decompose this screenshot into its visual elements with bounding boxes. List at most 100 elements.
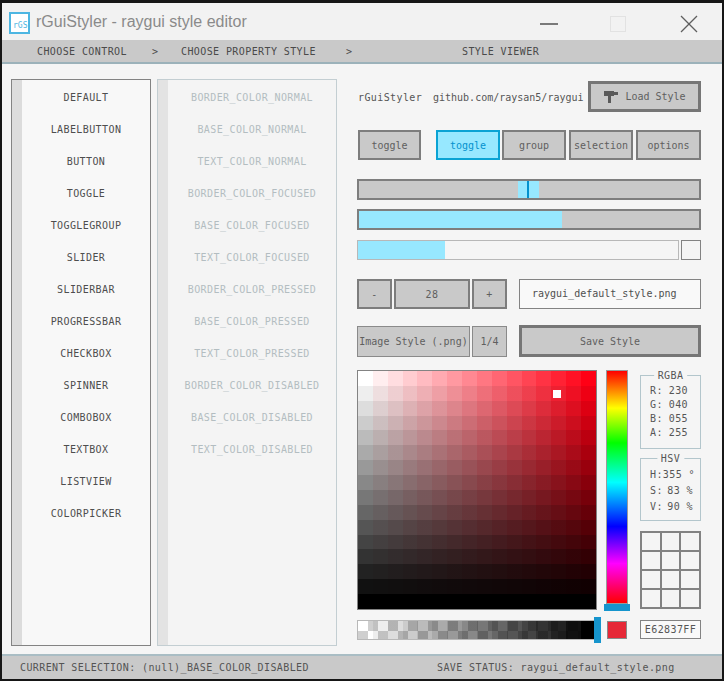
list-item[interactable]: TEXT_COLOR_PRESSED bbox=[168, 338, 336, 370]
save-style-button[interactable]: Save Style bbox=[519, 325, 701, 357]
palette-cell[interactable] bbox=[681, 533, 699, 550]
current-color-swatch bbox=[607, 621, 627, 639]
palette-cell[interactable] bbox=[662, 552, 680, 569]
sliderbar[interactable] bbox=[357, 209, 701, 230]
repo-label: github.com/raysan5/raygui bbox=[433, 92, 584, 103]
slider[interactable] bbox=[357, 179, 701, 200]
b-value: 055 bbox=[669, 413, 688, 427]
palette-cell[interactable] bbox=[681, 590, 699, 607]
r-value: 230 bbox=[669, 385, 688, 399]
list-item[interactable]: PROGRESSBAR bbox=[22, 306, 150, 338]
plus-icon: + bbox=[486, 289, 492, 300]
progressbar-fill bbox=[358, 241, 445, 259]
maximize-icon[interactable] bbox=[610, 16, 626, 32]
slider-handle[interactable] bbox=[518, 181, 539, 198]
quarter-button[interactable]: 1/4 bbox=[472, 326, 507, 357]
list-item[interactable]: BASE_COLOR_FOCUSED bbox=[168, 210, 336, 242]
rgba-groupbox: RGBA R:230 G:040 B:055 A:255 bbox=[640, 375, 701, 449]
save-style-label: Save Style bbox=[580, 336, 640, 347]
hue-handle[interactable] bbox=[604, 604, 630, 611]
controls-scrollbar[interactable] bbox=[12, 80, 22, 645]
toggle-group-item-group[interactable]: group bbox=[502, 130, 566, 160]
filename-textbox[interactable]: raygui_default_style.png bbox=[519, 279, 701, 309]
toggle-label: toggle bbox=[450, 140, 486, 151]
list-item[interactable]: SLIDERBAR bbox=[22, 274, 150, 306]
palette-cell[interactable] bbox=[642, 571, 660, 588]
load-style-button[interactable]: Load Style bbox=[588, 81, 701, 112]
titlebar: rGS rGuiStyler - raygui style editor bbox=[2, 3, 722, 40]
palette-cell[interactable] bbox=[662, 590, 680, 607]
list-item[interactable]: DEFAULT bbox=[22, 82, 150, 114]
properties-listview: BORDER_COLOR_NORMAL BASE_COLOR_NORMAL TE… bbox=[157, 79, 337, 646]
b-label: B: bbox=[650, 413, 663, 427]
list-item[interactable]: BUTTON bbox=[22, 146, 150, 178]
toggle-group-item-toggle[interactable]: toggle bbox=[436, 130, 500, 160]
list-item[interactable]: BORDER_COLOR_FOCUSED bbox=[168, 178, 336, 210]
app-name-label: rGuiStyler bbox=[358, 92, 422, 103]
load-style-label: Load Style bbox=[625, 91, 685, 102]
list-item[interactable]: BORDER_COLOR_DISABLED bbox=[168, 370, 336, 402]
spinner-value: 28 bbox=[426, 289, 439, 300]
window-title: rGuiStyler - raygui style editor bbox=[36, 13, 247, 31]
list-item[interactable]: COLORPICKER bbox=[22, 498, 150, 530]
toggle-label: toggle bbox=[371, 140, 407, 151]
color-palette-grid bbox=[640, 531, 701, 609]
list-item[interactable]: BASE_COLOR_NORMAL bbox=[168, 114, 336, 146]
app-icon: rGS bbox=[9, 12, 30, 34]
list-item[interactable]: LABELBUTTON bbox=[22, 114, 150, 146]
hex-value-box[interactable]: E62837FF bbox=[640, 620, 701, 639]
list-item[interactable]: BASE_COLOR_PRESSED bbox=[168, 306, 336, 338]
list-item[interactable]: BORDER_COLOR_NORMAL bbox=[168, 82, 336, 114]
g-value: 040 bbox=[669, 399, 688, 413]
r-label: R: bbox=[650, 385, 663, 399]
list-item[interactable]: TEXTBOX bbox=[22, 434, 150, 466]
list-item[interactable]: SPINNER bbox=[22, 370, 150, 402]
properties-scrollbar[interactable] bbox=[158, 80, 168, 645]
list-item[interactable]: TEXT_COLOR_DISABLED bbox=[168, 434, 336, 466]
list-item[interactable]: SLIDER bbox=[22, 242, 150, 274]
list-item[interactable]: COMBOBOX bbox=[22, 402, 150, 434]
palette-cell[interactable] bbox=[681, 552, 699, 569]
hsv-groupbox: HSV H:355 ° S:83 % V:90 % bbox=[640, 458, 701, 521]
spinner-minus-button[interactable]: - bbox=[357, 279, 392, 309]
palette-cell[interactable] bbox=[681, 571, 699, 588]
image-style-button[interactable]: Image Style (.png) bbox=[357, 326, 470, 357]
palette-cell[interactable] bbox=[642, 552, 660, 569]
hue-bar[interactable] bbox=[606, 370, 628, 604]
spinner-plus-button[interactable]: + bbox=[472, 279, 507, 309]
palette-cell[interactable] bbox=[662, 571, 680, 588]
close-icon[interactable] bbox=[680, 15, 698, 33]
toggle-group-item-options[interactable]: options bbox=[636, 130, 701, 160]
statusbar: CURRENT SELECTION: (null)_BASE_COLOR_DIS… bbox=[2, 656, 722, 679]
progressbar bbox=[357, 240, 679, 260]
list-item[interactable]: TEXT_COLOR_NORMAL bbox=[168, 146, 336, 178]
palette-cell[interactable] bbox=[642, 533, 660, 550]
toggle-label: selection bbox=[574, 140, 628, 151]
nav-choose-control: CHOOSE CONTROL bbox=[37, 46, 127, 57]
a-label: A: bbox=[650, 427, 663, 441]
toggle-button[interactable]: toggle bbox=[358, 130, 421, 160]
checkbox[interactable] bbox=[681, 240, 701, 260]
spinner-value-box[interactable]: 28 bbox=[394, 279, 470, 309]
list-item[interactable]: TOGGLEGROUP bbox=[22, 210, 150, 242]
toggle-label: options bbox=[647, 140, 689, 151]
list-item[interactable]: TOGGLE bbox=[22, 178, 150, 210]
alpha-bar[interactable] bbox=[357, 620, 597, 640]
color-picker-sv-square[interactable] bbox=[357, 370, 597, 610]
alpha-handle[interactable] bbox=[594, 617, 601, 643]
color-picker-marker[interactable] bbox=[553, 390, 561, 398]
list-item[interactable]: TEXT_COLOR_FOCUSED bbox=[168, 242, 336, 274]
rguistyler-window: rGS rGuiStyler - raygui style editor CHO… bbox=[0, 0, 724, 681]
save-status: SAVE STATUS: raygui_default_style.png bbox=[437, 656, 675, 679]
h-label: H: bbox=[650, 469, 663, 485]
nav-choose-property-style: CHOOSE PROPERTY STYLE bbox=[181, 46, 316, 57]
list-item[interactable]: CHECKBOX bbox=[22, 338, 150, 370]
controls-listview: DEFAULT LABELBUTTON BUTTON TOGGLE TOGGLE… bbox=[11, 79, 151, 646]
palette-cell[interactable] bbox=[662, 533, 680, 550]
list-item[interactable]: BORDER_COLOR_PRESSED bbox=[168, 274, 336, 306]
palette-cell[interactable] bbox=[642, 590, 660, 607]
list-item[interactable]: BASE_COLOR_DISABLED bbox=[168, 402, 336, 434]
toggle-group-item-selection[interactable]: selection bbox=[569, 130, 633, 160]
minimize-icon[interactable] bbox=[540, 23, 558, 25]
list-item[interactable]: LISTVIEW bbox=[22, 466, 150, 498]
